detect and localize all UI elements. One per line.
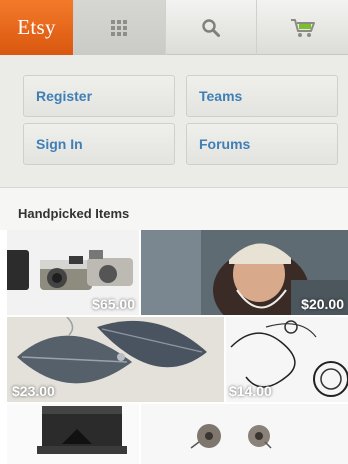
item-price: $20.00 — [301, 296, 344, 312]
item-tile-necklace[interactable]: $14.00 — [226, 317, 348, 402]
handpicked-section-header: Handpicked Items — [0, 188, 348, 230]
cart-button[interactable] — [256, 0, 348, 55]
item-tile-camera[interactable]: $65.00 — [7, 230, 139, 315]
cart-icon — [290, 18, 315, 37]
item-tile-flower-earrings[interactable] — [141, 404, 348, 464]
item-price: $65.00 — [92, 296, 135, 312]
item-tile-leaf-earrings[interactable]: $23.00 — [7, 317, 224, 402]
register-button[interactable]: Register — [23, 75, 175, 117]
item-tile-knit-hat[interactable]: $20.00 — [141, 230, 348, 315]
sign-in-button[interactable]: Sign In — [23, 123, 175, 165]
section-title: Handpicked Items — [18, 206, 130, 221]
top-navigation-bar: Etsy — [0, 0, 348, 55]
search-button[interactable] — [164, 0, 257, 55]
account-menu-panel: Register Teams Sign In Forums — [0, 55, 348, 188]
teams-button[interactable]: Teams — [186, 75, 338, 117]
item-photo — [7, 404, 139, 464]
item-photo — [141, 404, 348, 464]
item-tile-black-box[interactable] — [7, 404, 139, 464]
item-price: $23.00 — [12, 383, 55, 399]
forums-button[interactable]: Forums — [186, 123, 338, 165]
item-price: $14.00 — [229, 383, 272, 399]
search-icon — [202, 18, 220, 37]
categories-button[interactable] — [73, 0, 165, 55]
etsy-logo[interactable]: Etsy — [0, 0, 73, 55]
grid-icon — [111, 19, 128, 36]
